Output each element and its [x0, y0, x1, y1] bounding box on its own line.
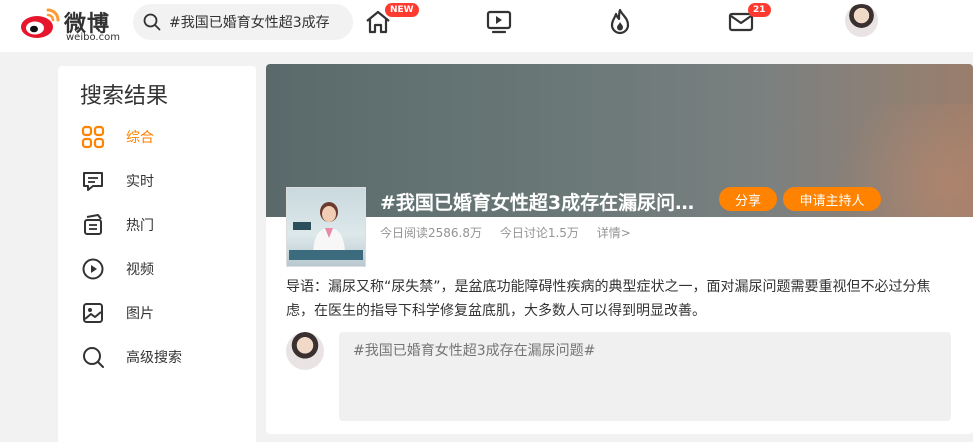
messages-nav[interactable]: 21: [724, 3, 771, 37]
thumbnail-name-tag: [293, 222, 311, 230]
sidebar-item-video[interactable]: 视频: [80, 253, 240, 285]
share-button[interactable]: 分享: [719, 187, 777, 211]
discussion-count: 今日讨论1.5万: [499, 226, 579, 240]
thumbnail-caption-bar: [289, 250, 363, 260]
cards-icon: [80, 212, 106, 238]
sidebar-item-label: 综合: [126, 130, 154, 146]
hot-nav[interactable]: [603, 7, 637, 37]
sidebar-item-advanced-search[interactable]: 高级搜索: [80, 341, 240, 373]
sidebar-item-comprehensive[interactable]: 综合: [80, 121, 240, 153]
message-count-badge: 21: [748, 3, 771, 17]
weibo-logo[interactable]: 微博 weibo.com: [20, 4, 130, 44]
search-bar: [133, 4, 353, 40]
weibo-eye-icon: [21, 8, 60, 38]
topic-stats: 今日阅读2586.8万 今日讨论1.5万 详情>: [380, 224, 645, 241]
read-count: 今日阅读2586.8万: [380, 226, 482, 240]
video-icon: [486, 10, 512, 34]
sidebar-item-label: 实时: [126, 174, 154, 190]
logo-domain: weibo.com: [66, 32, 120, 43]
sidebar-item-label: 热门: [126, 218, 154, 234]
search-icon: [80, 344, 106, 370]
flame-icon: [610, 8, 630, 35]
user-avatar[interactable]: [845, 4, 878, 37]
sidebar-item-label: 图片: [126, 306, 154, 322]
top-navigation-bar: 微博 weibo.com NEW 21: [0, 0, 973, 52]
commenter-avatar: [286, 332, 324, 370]
topic-lead: 导语：漏尿又称“尿失禁”，是盆底功能障碍性疾病的典型症状之一，面对漏尿问题需要重…: [286, 279, 931, 319]
video-nav[interactable]: [482, 7, 516, 37]
search-input[interactable]: [169, 4, 353, 40]
image-icon: [80, 300, 106, 326]
sidebar-item-label: 高级搜索: [126, 350, 182, 366]
sidebar-title: 搜索结果: [80, 84, 169, 109]
search-icon[interactable]: [143, 13, 161, 31]
doctor-figure: [313, 202, 345, 256]
topic-card: #我国已婚育女性超3成存在漏尿问… 分享 申请主持人 今日阅读2586.8万 今…: [266, 64, 973, 434]
sidebar-item-realtime[interactable]: 实时: [80, 165, 240, 197]
grid-icon: [80, 124, 106, 150]
sidebar-item-label: 视频: [126, 262, 154, 278]
sidebar-item-images[interactable]: 图片: [80, 297, 240, 329]
comment-input[interactable]: [339, 332, 951, 421]
home-nav[interactable]: NEW: [361, 3, 419, 37]
new-badge: NEW: [385, 3, 419, 17]
topic-thumbnail[interactable]: [286, 187, 366, 267]
topic-title[interactable]: #我国已婚育女性超3成存在漏尿问…: [380, 188, 710, 215]
details-link[interactable]: 详情>: [597, 226, 631, 240]
message-icon: [80, 168, 106, 194]
search-sidebar: 搜索结果 综合 实时 热门 视频 图片 高级搜索: [58, 66, 256, 442]
apply-host-button[interactable]: 申请主持人: [783, 187, 881, 211]
play-icon: [80, 256, 106, 282]
sidebar-item-hot[interactable]: 热门: [80, 209, 240, 241]
